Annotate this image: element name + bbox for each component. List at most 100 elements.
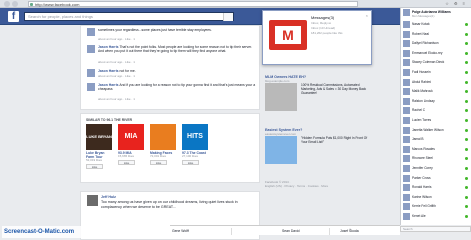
search-input[interactable]: Search for people, places and things [24, 12, 234, 21]
post-author[interactable]: Jeff Hulz [101, 195, 116, 199]
similar-page-item[interactable]: HITS 97.3 The Coast 27,100 likes Like [182, 124, 208, 172]
chat-contact[interactable]: Nasar Kotak [403, 21, 471, 29]
screencast-watermark: Screencast-O-Matic.com [2, 226, 88, 238]
sponsored-ad[interactable]: Easiest System Ever? easiestsystemever.c… [265, 128, 370, 170]
chat-contact[interactable]: Lucien Torres [403, 117, 471, 125]
chat-sidebar: Paige Aubrianna Williams Mon Messages(1)… [400, 8, 471, 225]
facebook-logo[interactable]: f [8, 11, 19, 22]
chat-tab-name: Josef Škoda [340, 229, 359, 233]
online-indicator [465, 42, 468, 46]
online-indicator [465, 61, 468, 65]
contact-name: Jennifer Corey [412, 166, 433, 170]
avatar [403, 136, 410, 144]
forward-icon[interactable] [12, 1, 18, 7]
chat-tab[interactable]: Gene Wolff [170, 228, 232, 235]
comment-meta[interactable]: about an hour ago · Like · 1 [98, 97, 135, 101]
page-thumbnail[interactable]: HITS [182, 124, 208, 150]
chat-contact[interactable]: Janetta Walker Wilson [403, 126, 471, 135]
online-indicator [465, 119, 468, 122]
chat-contact[interactable]: Kenet Ale [403, 213, 471, 221]
avatar [403, 49, 410, 57]
contact-name: Dallyel Richardson [412, 41, 439, 46]
notification-line: 181,262 people like this [311, 31, 343, 35]
chat-tab[interactable]: Sean David [280, 228, 330, 235]
avatar [403, 155, 410, 163]
gmail-notification[interactable]: M Messages(3) Inbox, Reply-to Inbox (10 … [262, 10, 372, 65]
chat-contact-active[interactable]: Paige Aubrianna Williams Mon Messages(1) [403, 9, 471, 19]
chat-contact[interactable]: Malik Mahrouk [403, 88, 471, 96]
contact-name: Fadi Hussein [412, 70, 431, 74]
avatar [403, 174, 410, 182]
browser-menu-icons[interactable]: ☆ ⚙ ≡ [445, 1, 467, 6]
url-text: http://www.facebook.com [35, 2, 80, 7]
online-indicator [465, 51, 468, 55]
chat-contact[interactable]: Robert Neal [403, 30, 471, 39]
online-indicator [465, 23, 468, 26]
contact-name: Janetta Walker Wilson [412, 127, 444, 132]
contact-name: Ralston Lindsay [412, 98, 435, 103]
post-text: Too many among us have given up on our c… [101, 200, 238, 209]
comment-meta[interactable]: about an hour ago · Like · 1 [98, 37, 135, 41]
gmail-icon: M [269, 20, 307, 50]
chat-contact[interactable]: Ronald Harris [403, 184, 471, 192]
page-thumbnail[interactable]: MIA [118, 124, 144, 150]
page-likes: 27,100 likes [182, 154, 199, 158]
chat-search-input[interactable]: Search [400, 226, 471, 232]
online-indicator [465, 195, 468, 199]
chat-contact[interactable]: Marcos Rosales [403, 145, 471, 154]
chat-contact[interactable]: Fadi Hussein [403, 69, 471, 77]
like-button[interactable]: Like [118, 159, 135, 165]
back-icon[interactable] [4, 1, 10, 7]
avatar [403, 69, 410, 76]
contact-name: Lucien Torres [412, 118, 432, 122]
online-indicator [465, 147, 468, 151]
address-bar[interactable]: http://www.facebook.com [28, 1, 358, 7]
close-icon[interactable]: × [366, 13, 368, 18]
comment-author[interactable]: Jason Harris [98, 69, 119, 73]
avatar[interactable] [87, 69, 95, 77]
footer-links[interactable]: Facebook © 2014 · English (US) · Privacy… [265, 180, 375, 188]
similar-pages-title: SIMILAR TO 96.1 THE RIVER [86, 118, 133, 122]
sponsored-ad[interactable]: MLM Owners HATE EH? blog.example.com 100… [265, 75, 370, 117]
contact-name: Karine Wilson [412, 194, 432, 199]
chat-contact[interactable]: Stacey Coleman Dieck [403, 59, 471, 67]
page-thumbnail[interactable]: LUKE BRYAN [86, 124, 112, 150]
like-button[interactable]: Like [150, 159, 167, 165]
online-indicator [465, 176, 468, 180]
chat-contact[interactable]: Dallyel Richardson [403, 40, 471, 48]
contact-name: Robert Neal [412, 31, 430, 36]
similar-page-item[interactable]: MIA 93.9 MIA 15,665 likes Like [118, 124, 144, 172]
avatar[interactable] [87, 195, 98, 206]
notification-title[interactable]: Messages(3) [311, 15, 334, 20]
avatar[interactable] [87, 83, 95, 91]
avatar [403, 107, 410, 115]
chat-contact[interactable]: Kerrie Fell Grifith [403, 203, 471, 211]
chat-contact[interactable]: Rhoncee Steel [403, 155, 471, 163]
chat-contact[interactable]: Rachel C [403, 107, 471, 115]
page-likes: 52,019 likes [86, 158, 103, 162]
chat-contact[interactable]: Emmanuel Ekoko-rey [403, 49, 471, 58]
chat-contact[interactable]: Abdul Rahimi [403, 78, 471, 87]
chat-contact[interactable]: Jamal B [403, 136, 471, 144]
chat-tab[interactable]: Josef Škoda [338, 228, 388, 235]
footer-nav[interactable]: English (US) · Privacy · Terms · Cookies… [265, 184, 375, 188]
avatar [403, 203, 410, 211]
avatar[interactable] [87, 45, 95, 53]
comment-meta[interactable]: about an hour ago · Like · 1 [98, 60, 135, 64]
search-icon[interactable] [223, 13, 233, 21]
like-button[interactable]: Like [86, 163, 103, 169]
chat-tab-name: Gene Wolff [172, 229, 189, 233]
chat-contact[interactable]: Ralston Lindsay [403, 97, 471, 106]
ad-image[interactable] [265, 83, 297, 111]
chat-contact[interactable]: Karine Wilson [403, 193, 471, 202]
like-button[interactable]: Like [182, 159, 199, 165]
similar-page-item[interactable]: Making Faces 72,001 likes Like [150, 124, 176, 172]
avatar [403, 184, 410, 192]
similar-page-item[interactable]: LUKE BRYAN Luke Bryan Farm Tour 52,019 l… [86, 124, 112, 172]
comment-meta[interactable]: about an hour ago · Like · 1 [98, 74, 135, 78]
avatar[interactable] [87, 28, 95, 36]
page-thumbnail[interactable] [150, 124, 176, 150]
ad-image[interactable] [265, 136, 297, 164]
chat-contact[interactable]: Jennifer Corey [403, 165, 471, 173]
chat-contact[interactable]: Parker Cross [403, 174, 471, 183]
